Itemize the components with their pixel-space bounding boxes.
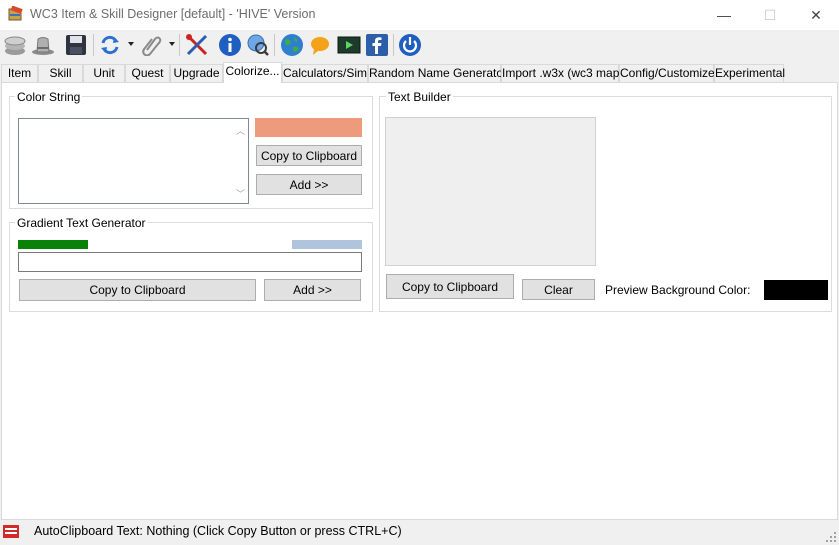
refresh-icon[interactable]: [97, 32, 123, 58]
toolbar: [0, 30, 839, 62]
gradient-start-color[interactable]: [18, 240, 88, 249]
gradient-text-input[interactable]: [18, 252, 362, 272]
info-icon[interactable]: [217, 32, 243, 58]
tab-quest[interactable]: Quest: [125, 64, 170, 82]
text-builder-clear-button[interactable]: Clear: [522, 279, 595, 300]
tab-experimental[interactable]: Experimental: [714, 64, 785, 82]
tab-random-name-generator[interactable]: Random Name Generator: [368, 64, 507, 82]
scroll-down-icon[interactable]: ﹀: [236, 187, 245, 200]
gradient-end-color[interactable]: [292, 240, 362, 249]
gradient-copy-button[interactable]: Copy to Clipboard: [19, 279, 256, 301]
tab-unit[interactable]: Unit: [83, 64, 125, 82]
resize-grip-icon[interactable]: [826, 531, 836, 542]
tab-config-customize[interactable]: Config/Customize: [619, 64, 715, 82]
scroll-up-icon[interactable]: ︿: [236, 124, 245, 137]
close-icon: ✕: [810, 6, 822, 23]
colorize-tab-page: Color String ︿ ﹀ Copy to Clipboard Add >…: [1, 82, 838, 520]
facebook-icon[interactable]: [364, 32, 390, 58]
power-icon[interactable]: [397, 32, 423, 58]
tab-upgrade[interactable]: Upgrade: [170, 64, 223, 82]
status-icon: [3, 525, 19, 538]
chat-icon[interactable]: [307, 32, 333, 58]
color-string-copy-button[interactable]: Copy to Clipboard: [256, 145, 362, 166]
minimize-icon: —: [717, 7, 731, 23]
tab-item[interactable]: Item: [1, 64, 38, 82]
paperclip-icon[interactable]: [138, 32, 164, 58]
color-string-swatch[interactable]: [255, 118, 362, 137]
textarea-scrollbar[interactable]: ︿ ﹀: [232, 119, 248, 203]
app-icon: [8, 5, 24, 22]
preview-bg-color-swatch[interactable]: [764, 280, 828, 300]
tab-import-w3x[interactable]: Import .w3x (wc3 map): [501, 64, 623, 82]
hat-icon[interactable]: [30, 32, 56, 58]
status-text: AutoClipboard Text: Nothing (Click Copy …: [34, 524, 402, 538]
save-icon[interactable]: [63, 32, 89, 58]
tab-skill[interactable]: Skill: [38, 64, 83, 82]
maximize-button[interactable]: ☐: [747, 0, 793, 30]
tab-calculators-sim[interactable]: Calculators/Sim: [282, 64, 368, 82]
status-bar: AutoClipboard Text: Nothing (Click Copy …: [0, 520, 839, 544]
preview-bg-label: Preview Background Color:: [605, 283, 751, 297]
web-search-icon[interactable]: [245, 32, 271, 58]
tools-icon[interactable]: [184, 32, 210, 58]
tab-strip: Item Skill Unit Quest Upgrade Colorize..…: [0, 62, 839, 83]
color-string-add-button[interactable]: Add >>: [256, 174, 362, 195]
video-icon[interactable]: [336, 32, 362, 58]
stack-icon[interactable]: [2, 32, 28, 58]
window-title: WC3 Item & Skill Designer [default] - 'H…: [30, 7, 316, 21]
text-builder-preview[interactable]: [385, 117, 596, 266]
text-builder-label: Text Builder: [386, 90, 453, 104]
minimize-button[interactable]: —: [701, 0, 747, 30]
title-bar[interactable]: WC3 Item & Skill Designer [default] - 'H…: [0, 0, 839, 30]
gradient-label: Gradient Text Generator: [15, 216, 148, 230]
globe-icon[interactable]: [279, 32, 305, 58]
tab-colorize[interactable]: Colorize...: [223, 62, 282, 83]
maximize-icon: ☐: [763, 6, 777, 23]
gradient-add-button[interactable]: Add >>: [264, 279, 361, 301]
color-string-label: Color String: [15, 90, 83, 104]
text-builder-copy-button[interactable]: Copy to Clipboard: [386, 274, 514, 299]
close-button[interactable]: ✕: [793, 0, 839, 30]
color-string-textarea[interactable]: ︿ ﹀: [18, 118, 249, 204]
paperclip-dropdown-icon[interactable]: [169, 42, 175, 46]
refresh-dropdown-icon[interactable]: [128, 42, 134, 46]
